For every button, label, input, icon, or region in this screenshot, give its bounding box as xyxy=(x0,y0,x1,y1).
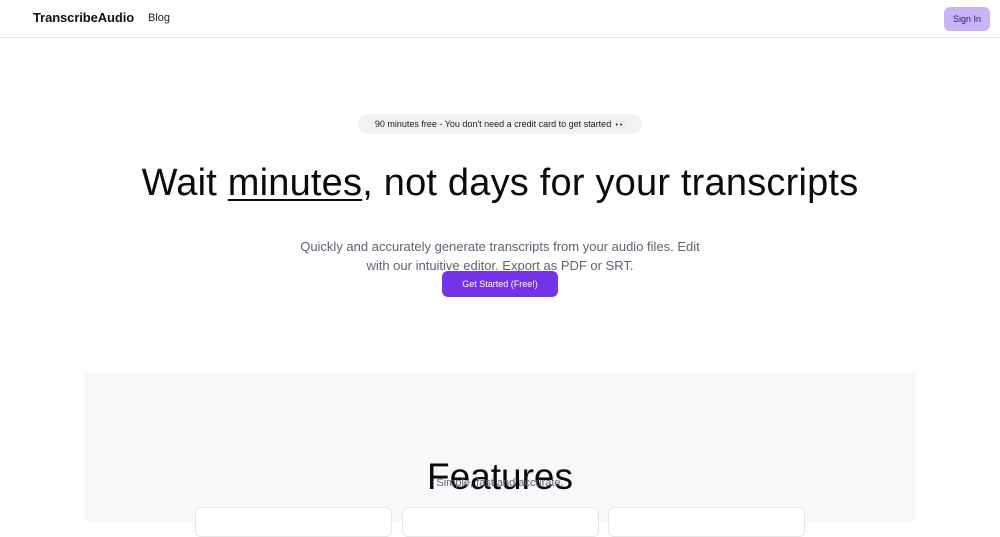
nav-link-blog[interactable]: Blog xyxy=(148,12,170,24)
feature-card xyxy=(608,507,805,537)
sign-in-button[interactable]: Sign In xyxy=(944,7,990,31)
features-subtitle: Simple, fast and accurate. xyxy=(436,477,564,489)
hero-title-emphasis: minutes xyxy=(227,162,363,205)
hero-title: Wait minutes, not days for your transcri… xyxy=(0,162,1000,205)
eyes-emoji-icon: 👀 xyxy=(615,119,626,129)
get-started-button[interactable]: Get Started (Free!) xyxy=(442,271,558,297)
feature-card xyxy=(402,507,599,537)
top-navbar: TranscribeAudio Blog Sign In xyxy=(0,0,1000,38)
badge-text: 90 minutes free - You don't need a credi… xyxy=(374,119,612,129)
feature-card xyxy=(195,507,392,537)
brand-logo[interactable]: TranscribeAudio xyxy=(33,10,134,25)
hero-title-end: , not days for your transcripts xyxy=(362,162,859,205)
free-minutes-badge: 90 minutes free - You don't need a credi… xyxy=(358,114,642,134)
hero-subtitle: Quickly and accurately generate transcri… xyxy=(300,239,700,273)
hero-title-start: Wait xyxy=(141,162,228,205)
features-section: Features Simple, fast and accurate. xyxy=(84,373,916,537)
